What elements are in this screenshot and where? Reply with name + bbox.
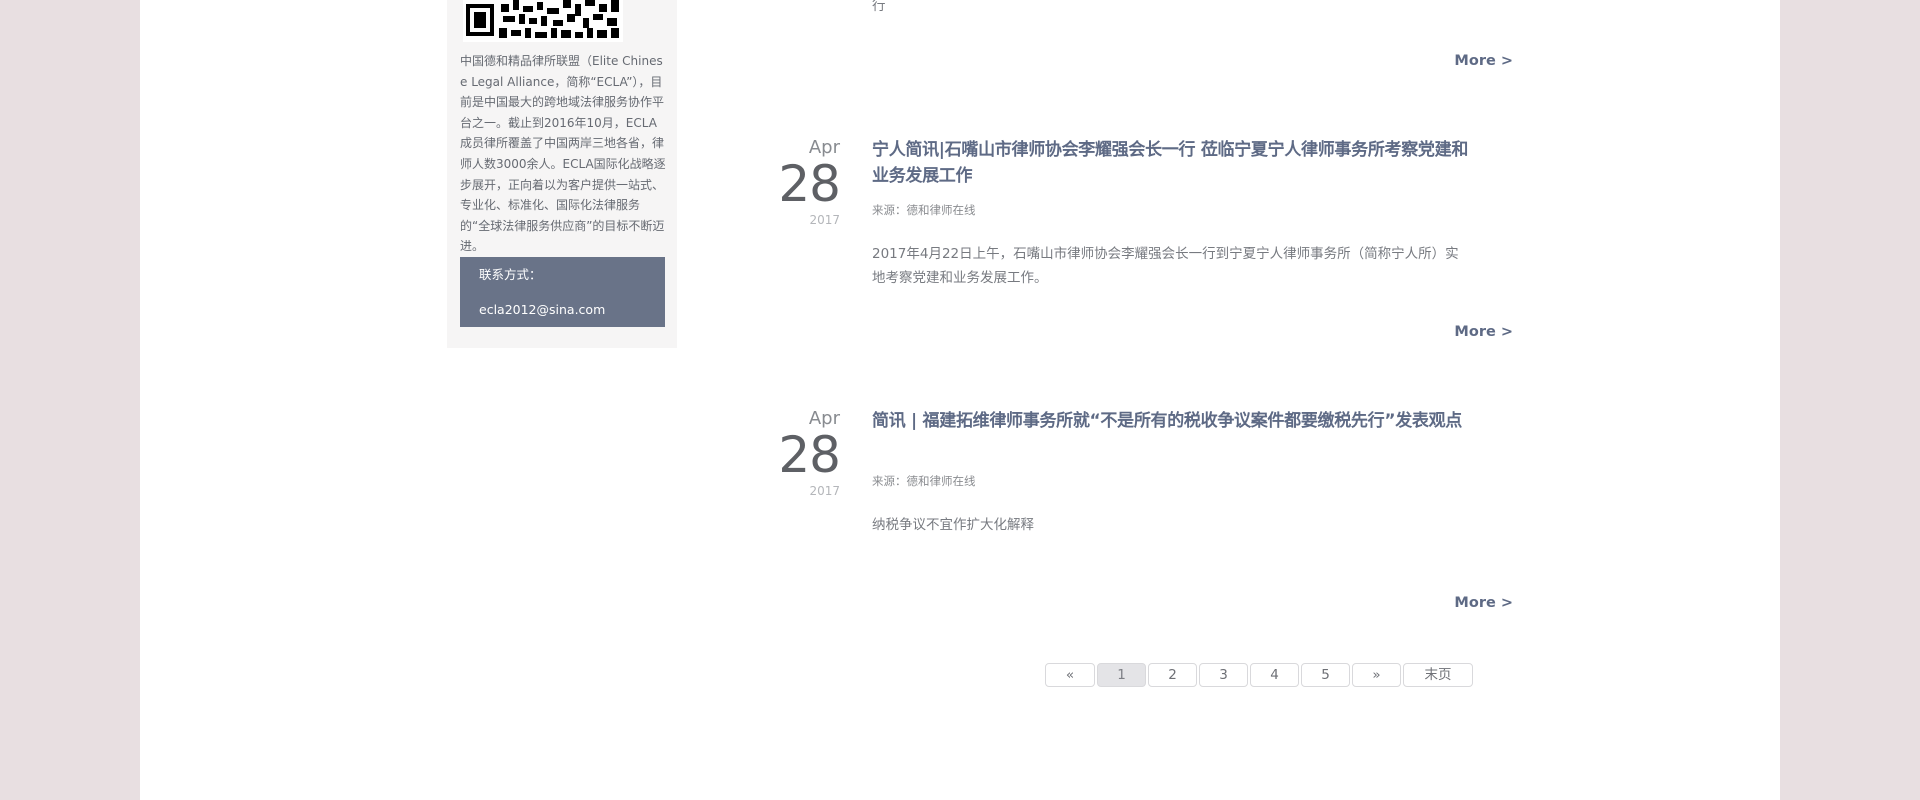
article-date-day: 28 xyxy=(778,426,841,484)
previous-article-summary-fragment: 行 xyxy=(872,0,886,14)
article-summary: 2017年4月22日上午，石嘴山市律师协会李耀强会长一行到宁夏宁人律师事务所（简… xyxy=(872,246,1459,286)
article-more-link[interactable]: More > xyxy=(1410,594,1513,612)
contact-email[interactable]: ecla2012@sina.com xyxy=(479,302,665,318)
article-title[interactable]: 简讯 | 福建拓维律师事务所就“不是所有的税收争议案件都要缴税先行”发表观点 xyxy=(872,408,1472,434)
sidebar: 中国德和精品律所联盟（Elite Chinese Legal Alliance，… xyxy=(447,0,677,348)
pagination-page-3[interactable]: 3 xyxy=(1199,663,1248,687)
pagination: « 1 2 3 4 5 » 末页 xyxy=(140,663,1780,689)
pagination-page-4[interactable]: 4 xyxy=(1250,663,1299,687)
pagination-last-button[interactable]: 末页 xyxy=(1403,663,1473,687)
pagination-prev-button[interactable]: « xyxy=(1045,663,1095,687)
article-date-day: 28 xyxy=(778,155,841,213)
sidebar-description: 中国德和精品律所联盟（Elite Chinese Legal Alliance，… xyxy=(460,54,666,254)
article-title[interactable]: 宁人简讯|石嘴山市律师协会李耀强会长一行 莅临宁夏宁人律师事务所考察党建和业务发… xyxy=(872,137,1472,189)
article-source: 来源：德和律师在线 xyxy=(872,203,976,217)
pagination-page-2[interactable]: 2 xyxy=(1148,663,1197,687)
contact-label: 联系方式： xyxy=(479,267,542,282)
article-summary: 纳税争议不宜作扩大化解释 xyxy=(872,517,1034,533)
pagination-next-button[interactable]: » xyxy=(1352,663,1401,687)
pagination-page-5[interactable]: 5 xyxy=(1301,663,1350,687)
pagination-page-1[interactable]: 1 xyxy=(1097,663,1146,687)
article-date-year: 2017 xyxy=(809,484,840,498)
contact-box: 联系方式： ecla2012@sina.com xyxy=(460,257,665,327)
qr-code-image xyxy=(463,0,623,42)
page-content: 中国德和精品律所联盟（Elite Chinese Legal Alliance，… xyxy=(140,0,1780,800)
previous-article-more-link[interactable]: More > xyxy=(1410,52,1513,70)
article-date-year: 2017 xyxy=(809,213,840,227)
article-more-link[interactable]: More > xyxy=(1410,323,1513,341)
article-source: 来源：德和律师在线 xyxy=(872,474,976,488)
